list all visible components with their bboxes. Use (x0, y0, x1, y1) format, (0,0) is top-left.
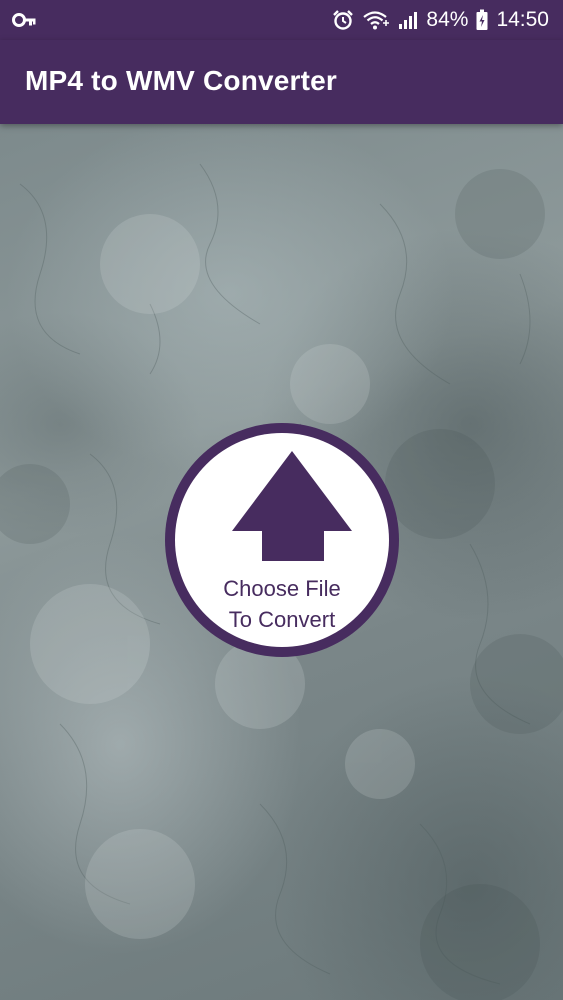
app-bar: MP4 to WMV Converter (0, 40, 563, 124)
choose-file-label: Choose File To Convert (175, 573, 389, 635)
main-content: Choose File To Convert (0, 124, 563, 1000)
choose-file-button-face[interactable]: Choose File To Convert (175, 433, 389, 647)
key-icon (12, 9, 36, 31)
choose-file-button[interactable]: Choose File To Convert (165, 423, 399, 657)
status-time: 14:50 (496, 8, 549, 31)
battery-level: 84% (426, 8, 469, 31)
choose-file-label-line1: Choose File (223, 576, 341, 601)
battery-charging-icon (476, 9, 488, 31)
app-title: MP4 to WMV Converter (25, 65, 338, 96)
alarm-icon (332, 9, 354, 31)
wifi-icon (362, 9, 390, 31)
choose-file-label-line2: To Convert (228, 607, 336, 632)
signal-icon (398, 10, 418, 30)
status-bar: 84% 14:50 (0, 0, 563, 40)
upload-arrow-icon (232, 451, 352, 561)
